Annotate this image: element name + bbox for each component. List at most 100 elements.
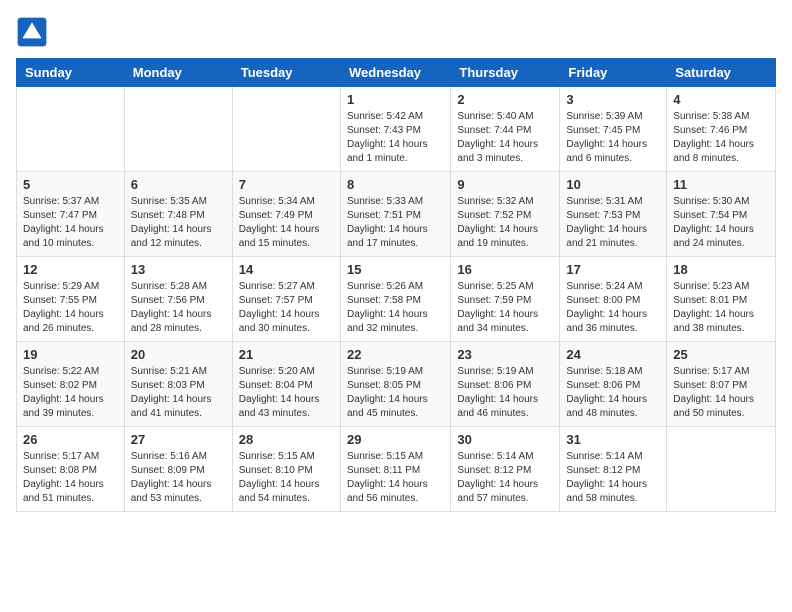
day-info: Sunrise: 5:24 AM Sunset: 8:00 PM Dayligh… <box>566 280 660 336</box>
day-info: Sunrise: 5:35 AM Sunset: 7:48 PM Dayligh… <box>131 195 226 251</box>
day-number: 24 <box>566 347 660 362</box>
calendar-cell: 30 Sunrise: 5:14 AM Sunset: 8:12 PM Dayli… <box>451 427 560 512</box>
calendar-cell <box>232 87 340 172</box>
day-number: 10 <box>566 177 660 192</box>
day-info: Sunrise: 5:16 AM Sunset: 8:09 PM Dayligh… <box>131 450 226 506</box>
calendar-cell: 19 Sunrise: 5:22 AM Sunset: 8:02 PM Dayli… <box>17 342 125 427</box>
day-info: Sunrise: 5:37 AM Sunset: 7:47 PM Dayligh… <box>23 195 118 251</box>
day-number: 30 <box>457 432 553 447</box>
calendar-week-row: 1 Sunrise: 5:42 AM Sunset: 7:43 PM Daylig… <box>17 87 776 172</box>
calendar-cell: 1 Sunrise: 5:42 AM Sunset: 7:43 PM Daylig… <box>340 87 450 172</box>
calendar-cell: 11 Sunrise: 5:30 AM Sunset: 7:54 PM Dayli… <box>667 172 776 257</box>
day-info: Sunrise: 5:21 AM Sunset: 8:03 PM Dayligh… <box>131 365 226 421</box>
calendar-cell: 5 Sunrise: 5:37 AM Sunset: 7:47 PM Daylig… <box>17 172 125 257</box>
day-info: Sunrise: 5:22 AM Sunset: 8:02 PM Dayligh… <box>23 365 118 421</box>
calendar-cell: 6 Sunrise: 5:35 AM Sunset: 7:48 PM Daylig… <box>124 172 232 257</box>
day-number: 21 <box>239 347 334 362</box>
day-number: 20 <box>131 347 226 362</box>
calendar-cell: 23 Sunrise: 5:19 AM Sunset: 8:06 PM Dayli… <box>451 342 560 427</box>
day-header-sunday: Sunday <box>17 59 125 87</box>
day-info: Sunrise: 5:30 AM Sunset: 7:54 PM Dayligh… <box>673 195 769 251</box>
calendar-cell: 3 Sunrise: 5:39 AM Sunset: 7:45 PM Daylig… <box>560 87 667 172</box>
day-number: 17 <box>566 262 660 277</box>
day-number: 13 <box>131 262 226 277</box>
day-number: 2 <box>457 92 553 107</box>
day-info: Sunrise: 5:29 AM Sunset: 7:55 PM Dayligh… <box>23 280 118 336</box>
day-info: Sunrise: 5:19 AM Sunset: 8:06 PM Dayligh… <box>457 365 553 421</box>
day-number: 8 <box>347 177 444 192</box>
calendar-cell: 15 Sunrise: 5:26 AM Sunset: 7:58 PM Dayli… <box>340 257 450 342</box>
day-info: Sunrise: 5:34 AM Sunset: 7:49 PM Dayligh… <box>239 195 334 251</box>
calendar-cell: 2 Sunrise: 5:40 AM Sunset: 7:44 PM Daylig… <box>451 87 560 172</box>
day-header-tuesday: Tuesday <box>232 59 340 87</box>
day-number: 11 <box>673 177 769 192</box>
calendar-cell: 21 Sunrise: 5:20 AM Sunset: 8:04 PM Dayli… <box>232 342 340 427</box>
day-info: Sunrise: 5:17 AM Sunset: 8:07 PM Dayligh… <box>673 365 769 421</box>
calendar-cell: 16 Sunrise: 5:25 AM Sunset: 7:59 PM Dayli… <box>451 257 560 342</box>
calendar-cell: 12Sunrise: 5:29 AM Sunset: 7:55 PM Dayli… <box>17 257 125 342</box>
calendar-cell: 24 Sunrise: 5:18 AM Sunset: 8:06 PM Dayli… <box>560 342 667 427</box>
day-number: 3 <box>566 92 660 107</box>
calendar-cell: 26Sunrise: 5:17 AM Sunset: 8:08 PM Dayli… <box>17 427 125 512</box>
day-number: 1 <box>347 92 444 107</box>
calendar-cell: 4Sunrise: 5:38 AM Sunset: 7:46 PM Daylig… <box>667 87 776 172</box>
day-number: 15 <box>347 262 444 277</box>
day-number: 22 <box>347 347 444 362</box>
calendar-cell: 22 Sunrise: 5:19 AM Sunset: 8:05 PM Dayli… <box>340 342 450 427</box>
day-info: Sunrise: 5:42 AM Sunset: 7:43 PM Dayligh… <box>347 110 444 166</box>
day-info: Sunrise: 5:14 AM Sunset: 8:12 PM Dayligh… <box>457 450 553 506</box>
day-info: Sunrise: 5:31 AM Sunset: 7:53 PM Dayligh… <box>566 195 660 251</box>
calendar-week-row: 26Sunrise: 5:17 AM Sunset: 8:08 PM Dayli… <box>17 427 776 512</box>
day-info: Sunrise: 5:25 AM Sunset: 7:59 PM Dayligh… <box>457 280 553 336</box>
day-number: 5 <box>23 177 118 192</box>
page-header <box>16 16 776 48</box>
calendar-cell: 9 Sunrise: 5:32 AM Sunset: 7:52 PM Daylig… <box>451 172 560 257</box>
calendar-cell: 13 Sunrise: 5:28 AM Sunset: 7:56 PM Dayli… <box>124 257 232 342</box>
calendar-cell: 7 Sunrise: 5:34 AM Sunset: 7:49 PM Daylig… <box>232 172 340 257</box>
calendar-cell: 27 Sunrise: 5:16 AM Sunset: 8:09 PM Dayli… <box>124 427 232 512</box>
day-info: Sunrise: 5:14 AM Sunset: 8:12 PM Dayligh… <box>566 450 660 506</box>
day-info: Sunrise: 5:32 AM Sunset: 7:52 PM Dayligh… <box>457 195 553 251</box>
day-number: 19 <box>23 347 118 362</box>
day-info: Sunrise: 5:39 AM Sunset: 7:45 PM Dayligh… <box>566 110 660 166</box>
calendar-cell: 10 Sunrise: 5:31 AM Sunset: 7:53 PM Dayli… <box>560 172 667 257</box>
day-header-thursday: Thursday <box>451 59 560 87</box>
day-number: 6 <box>131 177 226 192</box>
day-number: 16 <box>457 262 553 277</box>
day-header-saturday: Saturday <box>667 59 776 87</box>
day-number: 9 <box>457 177 553 192</box>
day-info: Sunrise: 5:26 AM Sunset: 7:58 PM Dayligh… <box>347 280 444 336</box>
day-info: Sunrise: 5:20 AM Sunset: 8:04 PM Dayligh… <box>239 365 334 421</box>
day-header-wednesday: Wednesday <box>340 59 450 87</box>
calendar-week-row: 12Sunrise: 5:29 AM Sunset: 7:55 PM Dayli… <box>17 257 776 342</box>
calendar-cell: 20 Sunrise: 5:21 AM Sunset: 8:03 PM Dayli… <box>124 342 232 427</box>
day-number: 7 <box>239 177 334 192</box>
day-number: 31 <box>566 432 660 447</box>
day-info: Sunrise: 5:38 AM Sunset: 7:46 PM Dayligh… <box>673 110 769 166</box>
calendar-cell: 18Sunrise: 5:23 AM Sunset: 8:01 PM Dayli… <box>667 257 776 342</box>
calendar-week-row: 19 Sunrise: 5:22 AM Sunset: 8:02 PM Dayli… <box>17 342 776 427</box>
calendar-cell: 25 Sunrise: 5:17 AM Sunset: 8:07 PM Dayli… <box>667 342 776 427</box>
day-number: 25 <box>673 347 769 362</box>
day-number: 27 <box>131 432 226 447</box>
day-number: 14 <box>239 262 334 277</box>
calendar-cell: 14 Sunrise: 5:27 AM Sunset: 7:57 PM Dayli… <box>232 257 340 342</box>
calendar-cell <box>17 87 125 172</box>
calendar-cell: 17 Sunrise: 5:24 AM Sunset: 8:00 PM Dayli… <box>560 257 667 342</box>
calendar-header-row: SundayMondayTuesdayWednesdayThursdayFrid… <box>17 59 776 87</box>
logo <box>16 16 52 48</box>
calendar-cell: 31 Sunrise: 5:14 AM Sunset: 8:12 PM Dayli… <box>560 427 667 512</box>
calendar-week-row: 5 Sunrise: 5:37 AM Sunset: 7:47 PM Daylig… <box>17 172 776 257</box>
calendar-cell: 8Sunrise: 5:33 AM Sunset: 7:51 PM Daylig… <box>340 172 450 257</box>
calendar-cell: 29Sunrise: 5:15 AM Sunset: 8:11 PM Dayli… <box>340 427 450 512</box>
day-info: Sunrise: 5:40 AM Sunset: 7:44 PM Dayligh… <box>457 110 553 166</box>
day-info: Sunrise: 5:27 AM Sunset: 7:57 PM Dayligh… <box>239 280 334 336</box>
day-info: Sunrise: 5:28 AM Sunset: 7:56 PM Dayligh… <box>131 280 226 336</box>
day-info: Sunrise: 5:19 AM Sunset: 8:05 PM Dayligh… <box>347 365 444 421</box>
day-header-monday: Monday <box>124 59 232 87</box>
calendar-table: SundayMondayTuesdayWednesdayThursdayFrid… <box>16 58 776 512</box>
calendar-cell: 28Sunrise: 5:15 AM Sunset: 8:10 PM Dayli… <box>232 427 340 512</box>
day-number: 23 <box>457 347 553 362</box>
day-number: 29 <box>347 432 444 447</box>
day-info: Sunrise: 5:18 AM Sunset: 8:06 PM Dayligh… <box>566 365 660 421</box>
